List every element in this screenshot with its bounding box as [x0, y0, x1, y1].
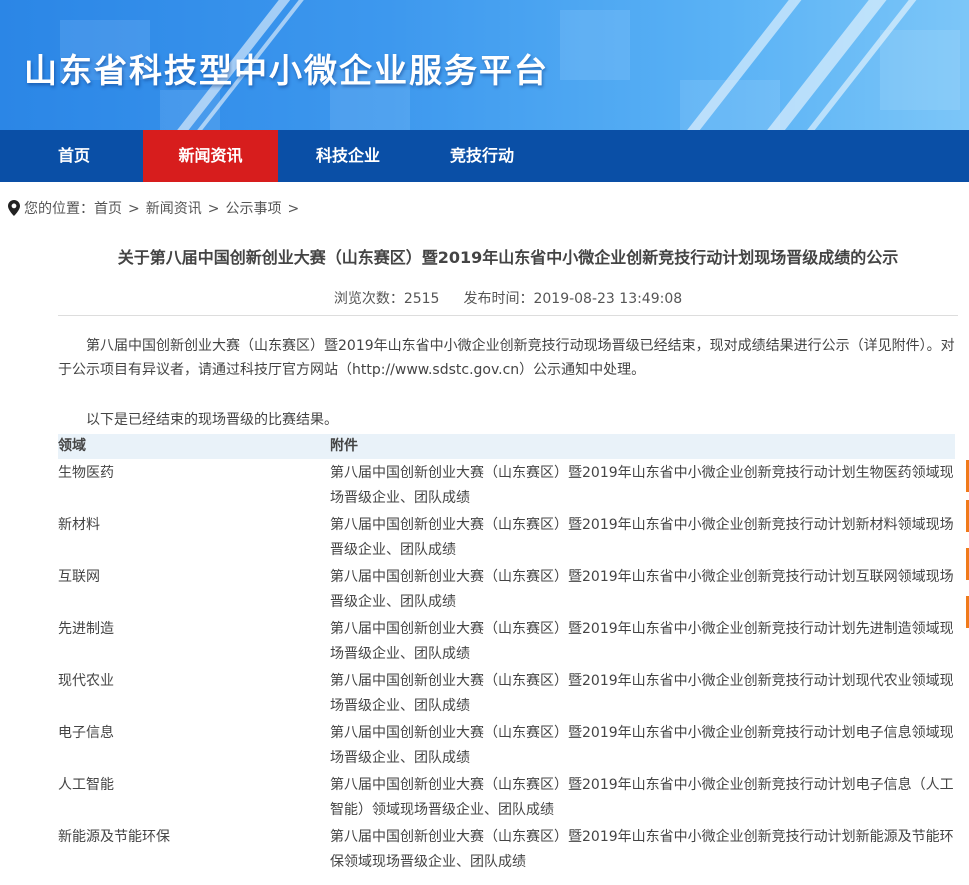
- table-row: 先进制造 第八届中国创新创业大赛（山东赛区）暨2019年山东省中小微企业创新竞技…: [58, 615, 955, 667]
- field-cell: 人工智能: [58, 777, 114, 793]
- field-cell: 新材料: [58, 517, 100, 533]
- column-header-field: 领域: [58, 438, 86, 454]
- table-row: 新材料 第八届中国创新创业大赛（山东赛区）暨2019年山东省中小微企业创新竞技行…: [58, 511, 955, 563]
- field-cell: 生物医药: [58, 465, 114, 481]
- breadcrumb-prefix: 您的位置：: [24, 201, 94, 217]
- column-header-attachment: 附件: [330, 438, 358, 454]
- table-row: 互联网 第八届中国创新创业大赛（山东赛区）暨2019年山东省中小微企业创新竞技行…: [58, 563, 955, 615]
- field-cell: 现代农业: [58, 673, 114, 689]
- field-cell: 新能源及节能环保: [58, 829, 170, 845]
- attachment-link[interactable]: 第八届中国创新创业大赛（山东赛区）暨2019年山东省中小微企业创新竞技行动计划电…: [330, 773, 955, 823]
- table-row: 电子信息 第八届中国创新创业大赛（山东赛区）暨2019年山东省中小微企业创新竞技…: [58, 719, 955, 771]
- publish-date-label: 发布时间：: [463, 291, 534, 307]
- nav-item-news[interactable]: 新闻资讯: [143, 130, 278, 182]
- results-table: 领域 附件 生物医药 第八届中国创新创业大赛（山东赛区）暨2019年山东省中小微…: [58, 434, 955, 875]
- article-paragraph: 以下是已经结束的现场晋级的比赛结果。: [86, 412, 338, 428]
- views-label: 浏览次数：: [333, 291, 404, 307]
- attachment-link[interactable]: 第八届中国创新创业大赛（山东赛区）暨2019年山东省中小微企业创新竞技行动计划先…: [330, 617, 955, 667]
- field-cell: 电子信息: [58, 725, 114, 741]
- article-paragraph: 第八届中国创新创业大赛（山东赛区）暨2019年山东省中小微企业创新竞技行动现场晋…: [58, 338, 955, 378]
- table-header: 领域 附件: [58, 434, 955, 459]
- publish-date: 2019-08-23 13:49:08: [533, 291, 683, 307]
- nav-item-tech-enterprises[interactable]: 科技企业: [296, 130, 400, 182]
- table-row: 现代农业 第八届中国创新创业大赛（山东赛区）暨2019年山东省中小微企业创新竞技…: [58, 667, 955, 719]
- attachment-link[interactable]: 第八届中国创新创业大赛（山东赛区）暨2019年山东省中小微企业创新竞技行动计划现…: [330, 669, 955, 719]
- attachment-link[interactable]: 第八届中国创新创业大赛（山东赛区）暨2019年山东省中小微企业创新竞技行动计划电…: [330, 721, 955, 771]
- table-row: 人工智能 第八届中国创新创业大赛（山东赛区）暨2019年山东省中小微企业创新竞技…: [58, 771, 955, 823]
- article-title: 关于第八届中国创新创业大赛（山东赛区）暨2019年山东省中小微企业创新竞技行动计…: [117, 248, 899, 267]
- attachment-link[interactable]: 第八届中国创新创业大赛（山东赛区）暨2019年山东省中小微企业创新竞技行动计划生…: [330, 461, 955, 511]
- breadcrumb-notices[interactable]: 公示事项: [225, 201, 281, 217]
- views-count: 2515: [403, 291, 440, 307]
- breadcrumb-home[interactable]: 首页: [94, 201, 122, 217]
- banner-decoration: [560, 10, 630, 80]
- site-title: 山东省科技型中小微企业服务平台: [24, 51, 549, 90]
- nav-item-home[interactable]: 首页: [22, 130, 126, 182]
- breadcrumb: 您的位置：首页 > 新闻资讯 > 公示事项 >: [8, 198, 305, 220]
- breadcrumb-separator: >: [287, 201, 300, 217]
- attachment-link[interactable]: 第八届中国创新创业大赛（山东赛区）暨2019年山东省中小微企业创新竞技行动计划互…: [330, 565, 955, 615]
- divider: [58, 315, 958, 316]
- banner-decoration: [880, 30, 960, 110]
- main-nav: 首页 新闻资讯 科技企业 竞技行动: [0, 130, 969, 182]
- breadcrumb-separator: >: [207, 201, 220, 217]
- article-meta: 浏览次数：2515 发布时间：2019-08-23 13:49:08: [58, 288, 958, 308]
- attachment-link[interactable]: 第八届中国创新创业大赛（山东赛区）暨2019年山东省中小微企业创新竞技行动计划新…: [330, 825, 955, 875]
- header-banner: 山东省科技型中小微企业服务平台: [0, 0, 969, 130]
- attachment-link[interactable]: 第八届中国创新创业大赛（山东赛区）暨2019年山东省中小微企业创新竞技行动计划新…: [330, 513, 955, 563]
- table-row: 新能源及节能环保 第八届中国创新创业大赛（山东赛区）暨2019年山东省中小微企业…: [58, 823, 955, 875]
- breadcrumb-news[interactable]: 新闻资讯: [146, 201, 202, 217]
- field-cell: 互联网: [58, 569, 100, 585]
- breadcrumb-separator: >: [128, 201, 140, 217]
- location-pin-icon: [8, 200, 20, 223]
- field-cell: 先进制造: [58, 621, 114, 637]
- nav-item-competition[interactable]: 竞技行动: [430, 130, 534, 182]
- table-row: 生物医药 第八届中国创新创业大赛（山东赛区）暨2019年山东省中小微企业创新竞技…: [58, 459, 955, 511]
